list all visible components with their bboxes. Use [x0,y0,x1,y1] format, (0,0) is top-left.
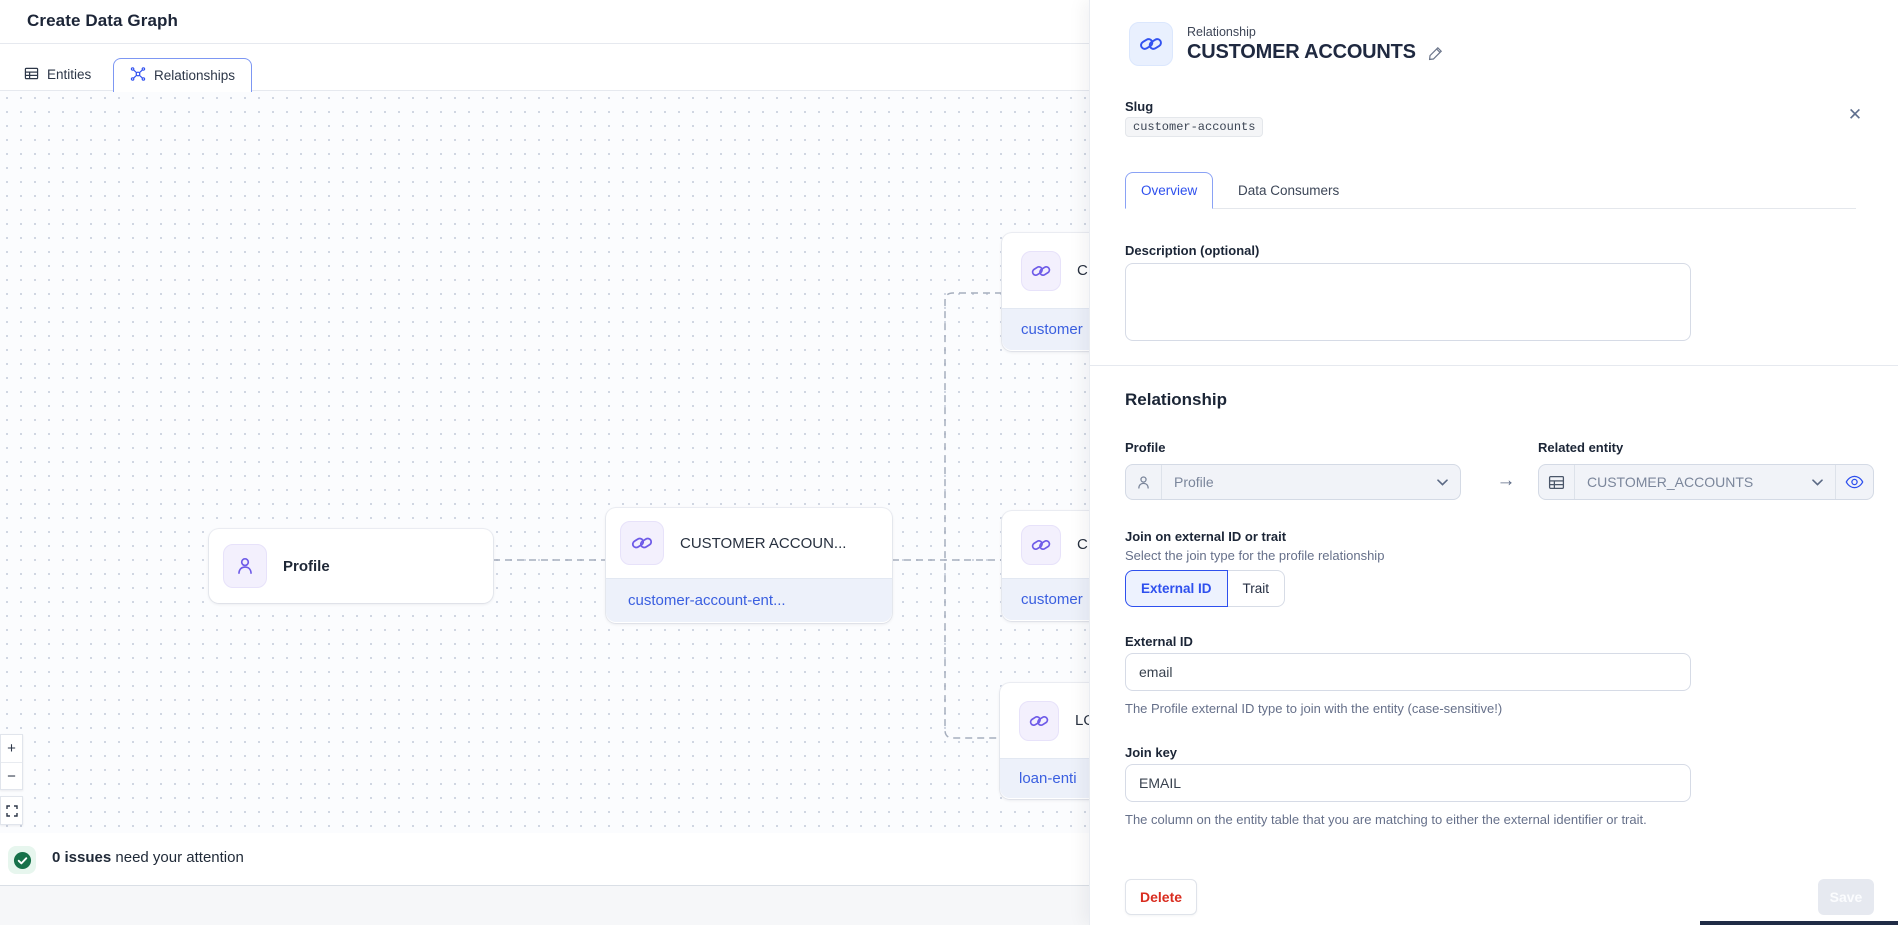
check-circle-icon [8,846,36,874]
link-icon [1129,22,1173,66]
issues-count: 0 issues [52,849,111,866]
description-textarea[interactable] [1125,263,1691,341]
chevron-down-icon [1425,479,1460,486]
fullscreen-control [0,796,23,825]
panel-tab-underline [1125,208,1856,209]
section-divider [1090,365,1898,366]
profile-select-value: Profile [1162,474,1425,490]
person-icon [1126,465,1162,499]
edit-pencil-icon[interactable] [1428,45,1444,61]
node-slug[interactable]: customer [1002,308,1089,350]
link-icon [1019,701,1059,741]
tab-relationships[interactable]: Relationships [113,58,252,92]
slug-value-chip: customer-accounts [1125,117,1263,137]
related-entity-select-value: CUSTOMER_ACCOUNTS [1575,474,1800,490]
toggle-external-id[interactable]: External ID [1125,570,1228,607]
graph-node-top-right[interactable]: CU customer [1002,233,1089,351]
join-type-toggle: External ID Trait [1125,570,1285,607]
node-label: Profile [283,558,330,575]
tab-entities[interactable]: Entities [8,58,107,91]
main-area: Create Data Graph Entities Relationships [0,0,1089,925]
delete-button[interactable]: Delete [1125,879,1197,915]
bottom-dark-edge [1700,921,1898,925]
network-icon [130,66,146,85]
node-slug[interactable]: loan-enti [1000,758,1089,798]
node-title: CU [1077,536,1089,553]
data-graph-canvas[interactable]: Profile CUSTOMER ACCOUN... customer-acco… [0,90,1089,833]
join-key-help: The column on the entity table that you … [1125,810,1699,829]
panel-tab-overview[interactable]: Overview [1125,172,1213,209]
relationship-section-heading: Relationship [1125,390,1227,410]
toggle-trait[interactable]: Trait [1228,570,1286,607]
join-key-input[interactable] [1125,764,1691,802]
fullscreen-icon[interactable] [1,797,22,824]
node-title: LO [1075,712,1089,729]
main-tabs: Entities Relationships [0,58,1089,91]
related-entity-select[interactable]: CUSTOMER_ACCOUNTS [1538,464,1874,500]
page-title: Create Data Graph [27,11,178,31]
tab-relationships-label: Relationships [154,68,235,83]
issues-rest: need your attention [111,849,244,866]
issues-status-bar: 0 issues need your attention [0,833,1089,885]
tab-entities-label: Entities [47,67,91,82]
graph-node-mid-right[interactable]: CU customer [1002,511,1089,621]
zoom-out-button[interactable]: − [1,762,22,789]
issues-text: 0 issues need your attention [52,849,244,866]
slug-label: Slug [1125,99,1153,114]
table-icon [1539,465,1575,499]
save-button[interactable]: Save [1818,879,1874,915]
graph-node-profile[interactable]: Profile [209,529,493,603]
panel-type-label: Relationship [1187,25,1256,39]
join-key-label: Join key [1125,745,1177,760]
link-icon [1021,251,1061,291]
external-id-label: External ID [1125,634,1193,649]
node-slug[interactable]: customer [1002,578,1089,620]
related-entity-field-label: Related entity [1538,440,1623,455]
node-title: CU [1077,262,1089,279]
relationship-arrow-icon: → [1488,470,1524,492]
graph-node-customer-accounts[interactable]: CUSTOMER ACCOUN... customer-account-ent.… [606,508,892,623]
link-icon [620,521,664,565]
chevron-down-icon [1800,479,1835,486]
bottom-strip [0,885,1089,925]
node-title: CUSTOMER ACCOUN... [680,535,846,552]
link-icon [1021,525,1061,565]
top-bar: Create Data Graph [0,0,1089,44]
panel-title: CUSTOMER ACCOUNTS [1187,41,1416,64]
join-type-label: Join on external ID or trait [1125,529,1286,544]
description-label: Description (optional) [1125,243,1259,258]
create-data-graph-page: Create Data Graph Entities Relationships [0,0,1898,925]
relationship-detail-panel: Relationship CUSTOMER ACCOUNTS ✕ Slug cu… [1089,0,1898,925]
relationship-connectors [0,91,1089,833]
profile-select[interactable]: Profile [1125,464,1461,500]
graph-node-bottom-right[interactable]: LO loan-enti [1000,683,1089,799]
external-id-help: The Profile external ID type to join wit… [1125,701,1502,716]
close-icon[interactable]: ✕ [1842,102,1868,128]
profile-field-label: Profile [1125,440,1165,455]
zoom-controls: + − [0,734,23,790]
node-slug[interactable]: customer-account-ent... [606,578,892,622]
zoom-in-button[interactable]: + [1,735,22,762]
person-icon [223,544,267,588]
panel-tab-data-consumers[interactable]: Data Consumers [1223,172,1354,209]
join-type-help: Select the join type for the profile rel… [1125,548,1384,563]
preview-eye-icon[interactable] [1835,465,1873,499]
external-id-input[interactable] [1125,653,1691,691]
table-icon [24,66,39,84]
